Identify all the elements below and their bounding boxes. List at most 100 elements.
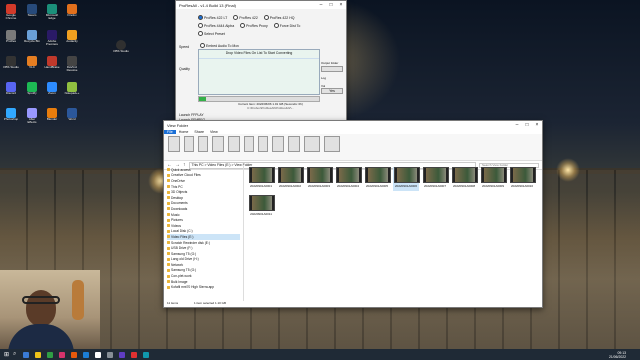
desktop-icon[interactable]: Spotify (24, 82, 40, 102)
desktop-icon-label: Microsoft Edge (45, 14, 59, 21)
file-name: 20220901A0005 (365, 184, 389, 188)
desktop-icon[interactable]: Zoom (44, 82, 60, 102)
start-button[interactable]: ⊞ (4, 351, 9, 358)
video-file[interactable]: 20220901A0006 (393, 167, 420, 191)
nav-item-label: Network (171, 262, 184, 267)
taskbar-app-icon[interactable] (131, 351, 138, 358)
desktop-icon[interactable]: Firefox (64, 4, 80, 24)
minimize-icon[interactable]: – (316, 2, 326, 8)
desktop-icon[interactable]: Steam (24, 4, 40, 24)
video-file[interactable]: 20220901A0002 (277, 167, 304, 191)
desktop-icon[interactable]: OBS Studio (3, 56, 19, 76)
desktop-icon[interactable]: HandBrake (44, 56, 60, 76)
file-name: 20220901A0001 (249, 184, 273, 188)
codec-option[interactable]: Force Dist To (273, 23, 300, 28)
desktop-icon[interactable]: Discord (3, 82, 19, 102)
vol-select[interactable]: Yes (321, 88, 343, 94)
close-icon[interactable]: × (532, 122, 542, 128)
desktop-icon[interactable]: Recycle Bin (24, 30, 40, 50)
codec-option[interactable]: ProRes Proxy (240, 23, 268, 28)
codec-option[interactable]: Select Preset (198, 31, 225, 36)
desktop-icon[interactable]: Word (64, 108, 80, 128)
desktop-icon[interactable]: OBS Studio (113, 40, 129, 60)
app-icon (67, 108, 77, 118)
drop-file-list[interactable]: Drop Video Files On List To Start Conver… (198, 49, 320, 95)
desktop-icon[interactable]: Photoshop (3, 108, 19, 128)
select-all-button[interactable] (324, 136, 340, 152)
desktop-icon[interactable]: Microsoft Edge (44, 4, 60, 24)
video-file[interactable]: 20220901A0010 (509, 167, 536, 191)
taskbar-app-icon[interactable] (143, 351, 150, 358)
video-file[interactable]: 20220901A0008 (451, 167, 478, 191)
maximize-icon[interactable]: □ (522, 122, 532, 128)
ribbon-tab[interactable]: Share (191, 130, 207, 134)
taskbar-app-icon[interactable] (47, 351, 54, 358)
nav-item[interactable]: Kofafil mnt70 High Sierra.app (167, 284, 240, 290)
video-file[interactable]: 20220901A0003 (306, 167, 333, 191)
video-file[interactable]: 20220901A0009 (480, 167, 507, 191)
codec-option[interactable]: ProRes 422 LT (198, 15, 227, 20)
folder-icon (167, 257, 170, 261)
nav-item-label: Con-plet-work (171, 274, 192, 279)
copy-to-button[interactable] (228, 136, 240, 152)
rename-button[interactable] (258, 136, 268, 152)
delete-button[interactable] (244, 136, 254, 152)
search-icon[interactable]: ⌕ (13, 351, 16, 358)
copy-button[interactable] (184, 136, 194, 152)
output-folder-button[interactable] (321, 66, 343, 72)
taskbar-app-icon[interactable] (23, 351, 30, 358)
ribbon-tab[interactable]: Home (176, 130, 192, 134)
file-list: 20220901A0001 20220901A0002 20220901A0003 2… (248, 167, 538, 299)
desktop-icon[interactable]: Audacity (64, 30, 80, 50)
properties-button[interactable] (288, 136, 300, 152)
app-icon (47, 56, 57, 66)
desktop-icon[interactable]: Notepad++ (64, 82, 80, 102)
desktop-icon[interactable]: Google Chrome (3, 4, 19, 24)
codec-option[interactable]: ProRes 4444 Alpha (198, 23, 234, 28)
app-icon (47, 30, 57, 40)
taskbar-app-icon[interactable] (71, 351, 78, 358)
ribbon-tab[interactable]: View (207, 130, 221, 134)
explorer-titlebar[interactable]: View Folder – □ × (164, 121, 542, 129)
maximize-icon[interactable]: □ (326, 2, 336, 8)
taskbar-app-icon[interactable] (107, 351, 114, 358)
codec-option[interactable]: ProRes 422 (233, 15, 258, 20)
desktop-icon[interactable]: DaVinci Resolve (64, 56, 80, 76)
open-button[interactable] (304, 136, 320, 152)
close-icon[interactable]: × (336, 2, 346, 8)
desktop-icon[interactable]: VLC (24, 56, 40, 76)
pin-quick-access-button[interactable] (168, 136, 180, 152)
desktop-icon[interactable]: ProRes (3, 30, 19, 50)
clock[interactable]: 09:13 21/06/2022 (609, 351, 626, 359)
desktop-icon[interactable]: Adobe Premiere (44, 30, 60, 50)
taskbar-app-icon[interactable] (119, 351, 126, 358)
desktop-icon[interactable]: After Effects (24, 108, 40, 128)
embed-audio-checkbox[interactable]: Embed Audio To Mov (200, 43, 239, 48)
video-file[interactable]: 20220901A0011 (248, 195, 275, 219)
taskbar-app-icon[interactable] (35, 351, 42, 358)
ribbon-tab[interactable]: File (164, 129, 176, 134)
folder-icon (167, 263, 170, 267)
minimize-icon[interactable]: – (512, 122, 522, 128)
taskbar-app-icon[interactable] (95, 351, 102, 358)
taskbar-apps (20, 351, 152, 358)
move-to-button[interactable] (212, 136, 224, 152)
desktop-icon[interactable]: Blender (44, 108, 60, 128)
nav-item-label: Music (171, 212, 180, 217)
new-folder-button[interactable] (272, 136, 284, 152)
app-icon (27, 108, 37, 118)
status-path: C:\Drobox\ProResAll\ProRes422\... (247, 106, 294, 110)
codec-option[interactable]: ProRes 422 HQ (263, 15, 294, 20)
video-file[interactable]: 20220901A0007 (422, 167, 449, 191)
video-file[interactable]: 20220901A0001 (248, 167, 275, 191)
taskbar-app-icon[interactable] (59, 351, 66, 358)
video-file[interactable]: 20220901A0004 (335, 167, 362, 191)
prores-titlebar[interactable]: ProResAll - v1.4 Build 13 (Final) – □ × (176, 1, 346, 9)
taskbar-app-icon[interactable] (83, 351, 90, 358)
ribbon-toolbar (164, 134, 542, 161)
app-icon (27, 82, 37, 92)
folder-icon (167, 185, 170, 189)
video-file[interactable]: 20220901A0005 (364, 167, 391, 191)
paste-button[interactable] (198, 136, 208, 152)
nav-item-label: Quick access (171, 167, 191, 172)
